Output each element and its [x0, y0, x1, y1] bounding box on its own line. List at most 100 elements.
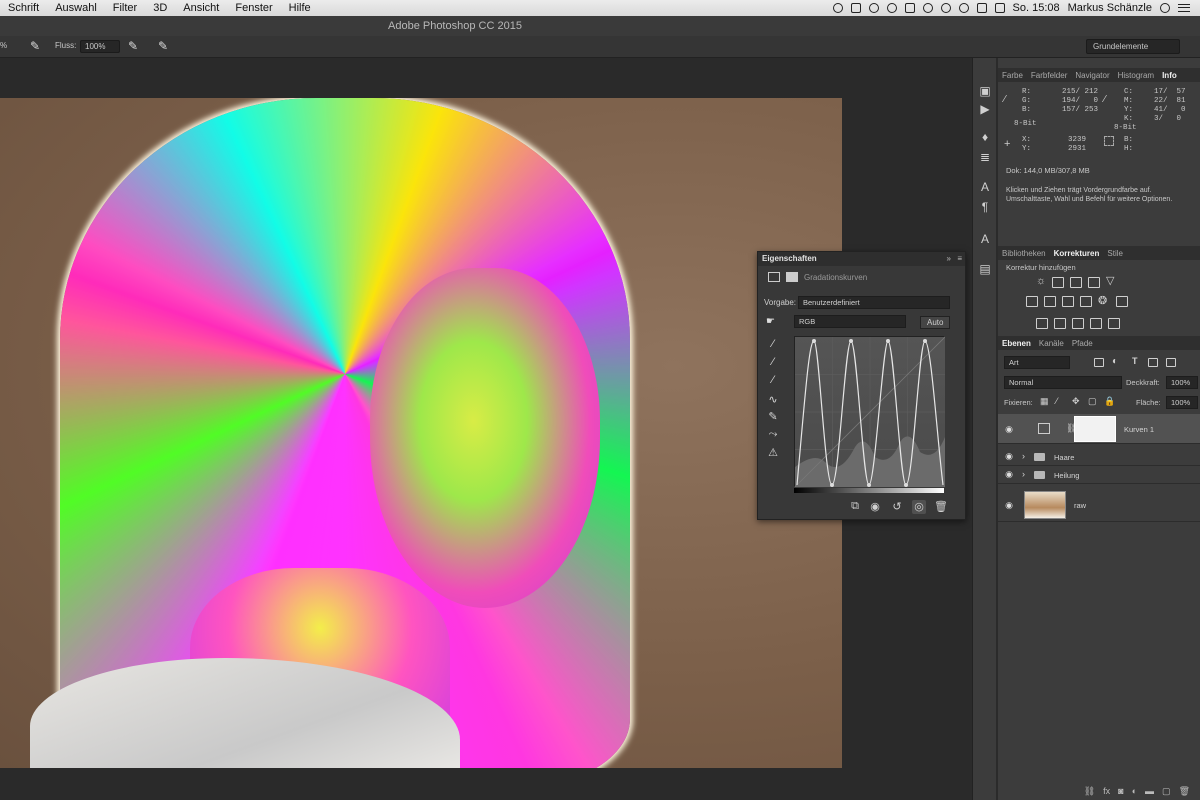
new-layer-icon[interactable]: ▢	[1162, 786, 1171, 800]
threshold-icon[interactable]	[1072, 318, 1084, 329]
layer-name[interactable]: Kurven 1	[1124, 425, 1154, 434]
auto-button[interactable]: Auto	[920, 316, 951, 329]
bluetooth-icon[interactable]	[940, 3, 951, 13]
curves-graph[interactable]	[794, 336, 946, 488]
filter-type-icon[interactable]: T	[1132, 356, 1138, 366]
history-icon[interactable]: ▣	[978, 84, 992, 98]
invert-icon[interactable]	[1036, 318, 1048, 329]
tab-ebenen[interactable]: Ebenen	[998, 339, 1035, 348]
mask-icon[interactable]	[786, 272, 798, 282]
filter-smart-icon[interactable]	[1166, 358, 1176, 367]
flow-value[interactable]: 100%	[80, 40, 120, 53]
eyedropper-gray-icon[interactable]: ⁄	[766, 356, 780, 370]
expand-chevron-icon[interactable]: ›	[1022, 451, 1025, 461]
black-white-icon[interactable]	[1062, 296, 1074, 307]
layer-row[interactable]: ◉ › Heilung	[998, 466, 1200, 484]
tab-farbe[interactable]: Farbe	[998, 71, 1027, 80]
dropbox-icon[interactable]	[850, 3, 861, 13]
new-adjustment-icon[interactable]: ◐	[1132, 786, 1137, 800]
drive-icon[interactable]	[868, 3, 879, 13]
creative-cloud-icon[interactable]	[886, 3, 897, 13]
lock-artboard-icon[interactable]: ▢	[1088, 396, 1097, 407]
clock[interactable]: So. 15:08	[1013, 2, 1060, 14]
wifi-icon[interactable]	[958, 3, 969, 13]
character-icon[interactable]: A	[978, 180, 992, 194]
lock-transparency-icon[interactable]: ▦	[1040, 396, 1049, 407]
menu-auswahl[interactable]: Auswahl	[47, 2, 105, 14]
actions-icon[interactable]: ▶	[978, 102, 992, 116]
pencil-tool-icon[interactable]: ✎	[766, 410, 780, 424]
view-previous-icon[interactable]: ◉	[868, 500, 882, 514]
tab-stile[interactable]: Stile	[1103, 249, 1127, 258]
photo-filter-icon[interactable]	[1080, 296, 1092, 307]
targeted-adjustment-icon[interactable]: ☛	[766, 316, 775, 327]
fill-field[interactable]: 100%	[1166, 396, 1198, 409]
levels-icon[interactable]	[1052, 277, 1064, 288]
tab-navigator[interactable]: Navigator	[1071, 71, 1113, 80]
hue-saturation-icon[interactable]	[1026, 296, 1038, 307]
tab-pfade[interactable]: Pfade	[1068, 339, 1097, 348]
menu-ansicht[interactable]: Ansicht	[175, 2, 227, 14]
paragraph-icon[interactable]: ¶	[978, 200, 992, 214]
channel-select[interactable]: RGB	[794, 315, 906, 328]
menu-hilfe[interactable]: Hilfe	[281, 2, 319, 14]
layer-filter-select[interactable]: Art	[1004, 356, 1070, 369]
lock-pixels-icon[interactable]: ⁄	[1056, 396, 1058, 406]
user-name[interactable]: Markus Schänzle	[1068, 2, 1152, 14]
pressure-opacity-icon[interactable]: ✎	[30, 39, 40, 53]
glyphs-icon[interactable]: A	[978, 232, 992, 246]
link-layers-icon[interactable]: ⛓	[1084, 786, 1095, 800]
menu-schrift[interactable]: Schrift	[0, 2, 47, 14]
battery-icon[interactable]	[994, 3, 1005, 13]
tab-korrekturen[interactable]: Korrekturen	[1050, 249, 1104, 258]
filter-adjustment-icon[interactable]: ◐	[1112, 356, 1118, 367]
eye-icon[interactable]: ◉	[1004, 469, 1014, 480]
new-group-icon[interactable]: ▬	[1145, 786, 1154, 800]
blend-mode-select[interactable]: Normal	[1004, 376, 1122, 389]
volume-icon[interactable]	[976, 3, 987, 13]
channel-mixer-icon[interactable]: ❂	[1098, 294, 1107, 307]
layer-style-icon[interactable]: fx	[1103, 786, 1110, 800]
eyedropper-black-icon[interactable]: ⁄	[766, 338, 780, 352]
selective-color-icon[interactable]	[1108, 318, 1120, 329]
lock-position-icon[interactable]: ✥	[1072, 396, 1080, 407]
layer-name[interactable]: Haare	[1054, 453, 1074, 462]
opacity-field[interactable]: 100%	[1166, 376, 1198, 389]
tab-info[interactable]: Info	[1158, 71, 1181, 80]
layer-name[interactable]: raw	[1074, 501, 1086, 510]
airbrush-icon[interactable]: ✎	[128, 39, 138, 53]
visibility-icon[interactable]: ◎	[912, 500, 926, 514]
posterize-icon[interactable]	[1054, 318, 1066, 329]
layer-mask-thumbnail[interactable]	[1074, 416, 1116, 442]
properties-title[interactable]: Eigenschaften	[758, 252, 965, 266]
pressure-size-icon[interactable]: ✎	[158, 39, 168, 53]
record-icon[interactable]	[832, 3, 843, 13]
delete-icon[interactable]: 🗑	[934, 500, 948, 514]
clip-to-layer-icon[interactable]: ⧉	[848, 500, 862, 514]
color-lookup-icon[interactable]	[1116, 296, 1128, 307]
menu-3d[interactable]: 3D	[145, 2, 175, 14]
opacity-value[interactable]: %	[0, 41, 7, 50]
adjust-icon[interactable]: ≣	[978, 150, 992, 164]
curve-point-tool-icon[interactable]: ∿	[766, 393, 780, 407]
layer-row[interactable]: ◉ raw	[998, 488, 1200, 522]
tab-bibliotheken[interactable]: Bibliotheken	[998, 249, 1050, 258]
layer-row[interactable]: ◉ ⛓ Kurven 1	[998, 414, 1200, 444]
preset-select[interactable]: Benutzerdefiniert	[798, 296, 950, 309]
properties-icon[interactable]: ▤	[978, 262, 992, 276]
gradient-map-icon[interactable]	[1090, 318, 1102, 329]
layer-thumbnail[interactable]	[1024, 491, 1066, 519]
add-mask-icon[interactable]: ◙	[1118, 786, 1123, 800]
tab-kanaele[interactable]: Kanäle	[1035, 339, 1068, 348]
tab-histogram[interactable]: Histogram	[1114, 71, 1158, 80]
layer-name[interactable]: Heilung	[1054, 471, 1079, 480]
curves-icon[interactable]	[1070, 277, 1082, 288]
clipping-warning-icon[interactable]: ⚠	[766, 446, 780, 460]
collapse-icon[interactable]: »	[947, 254, 951, 263]
vibrance-icon[interactable]: ▽	[1106, 274, 1114, 287]
notification-center-icon[interactable]	[1178, 4, 1190, 12]
brightness-icon[interactable]: ☼	[1036, 275, 1046, 287]
document-canvas[interactable]	[0, 98, 842, 768]
smooth-curve-icon[interactable]: ⤳	[766, 428, 780, 442]
exposure-icon[interactable]	[1088, 277, 1100, 288]
